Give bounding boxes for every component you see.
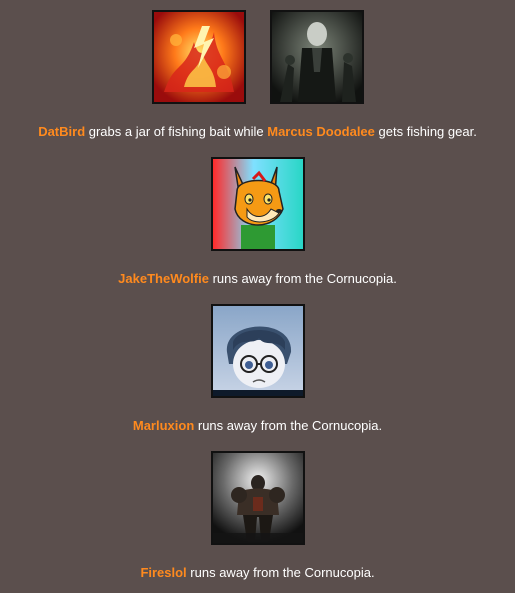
anime-boy-avatar-icon[interactable] [210, 304, 305, 398]
event-1: DatBird grabs a jar of fishing bait whil… [0, 10, 515, 140]
tribute-name[interactable]: Marcus Doodalee [267, 124, 375, 139]
tribute-name[interactable]: Fireslol [140, 565, 186, 580]
event-text: runs away from the Cornucopia. [194, 418, 383, 433]
event-avatars [0, 451, 515, 545]
event-avatars [0, 157, 515, 251]
event-4: Fireslol runs away from the Cornucopia. [0, 451, 515, 581]
tribute-name[interactable]: DatBird [38, 124, 85, 139]
event-3: Marluxion runs away from the Cornucopia. [0, 304, 515, 434]
tribute-name[interactable]: Marluxion [133, 418, 194, 433]
event-caption: JakeTheWolfie runs away from the Cornuco… [0, 271, 515, 287]
event-text: gets fishing gear. [374, 124, 477, 139]
event-avatars [0, 304, 515, 398]
event-text: runs away from the Cornucopia. [186, 565, 375, 580]
event-caption: DatBird grabs a jar of fishing bait whil… [0, 124, 515, 140]
event-caption: Fireslol runs away from the Cornucopia. [0, 565, 515, 581]
event-avatars [0, 10, 515, 104]
event-text: runs away from the Cornucopia. [208, 271, 397, 286]
dark-figure-avatar-icon[interactable] [269, 10, 364, 104]
event-caption: Marluxion runs away from the Cornucopia. [0, 418, 515, 434]
fire-dragon-avatar-icon[interactable] [151, 10, 246, 104]
armored-warrior-avatar-icon[interactable] [210, 451, 305, 545]
tribute-name[interactable]: JakeTheWolfie [118, 271, 209, 286]
event-2: JakeTheWolfie runs away from the Cornuco… [0, 157, 515, 287]
event-text: grabs a jar of fishing bait while [85, 124, 268, 139]
fox-avatar-icon[interactable] [210, 157, 305, 251]
